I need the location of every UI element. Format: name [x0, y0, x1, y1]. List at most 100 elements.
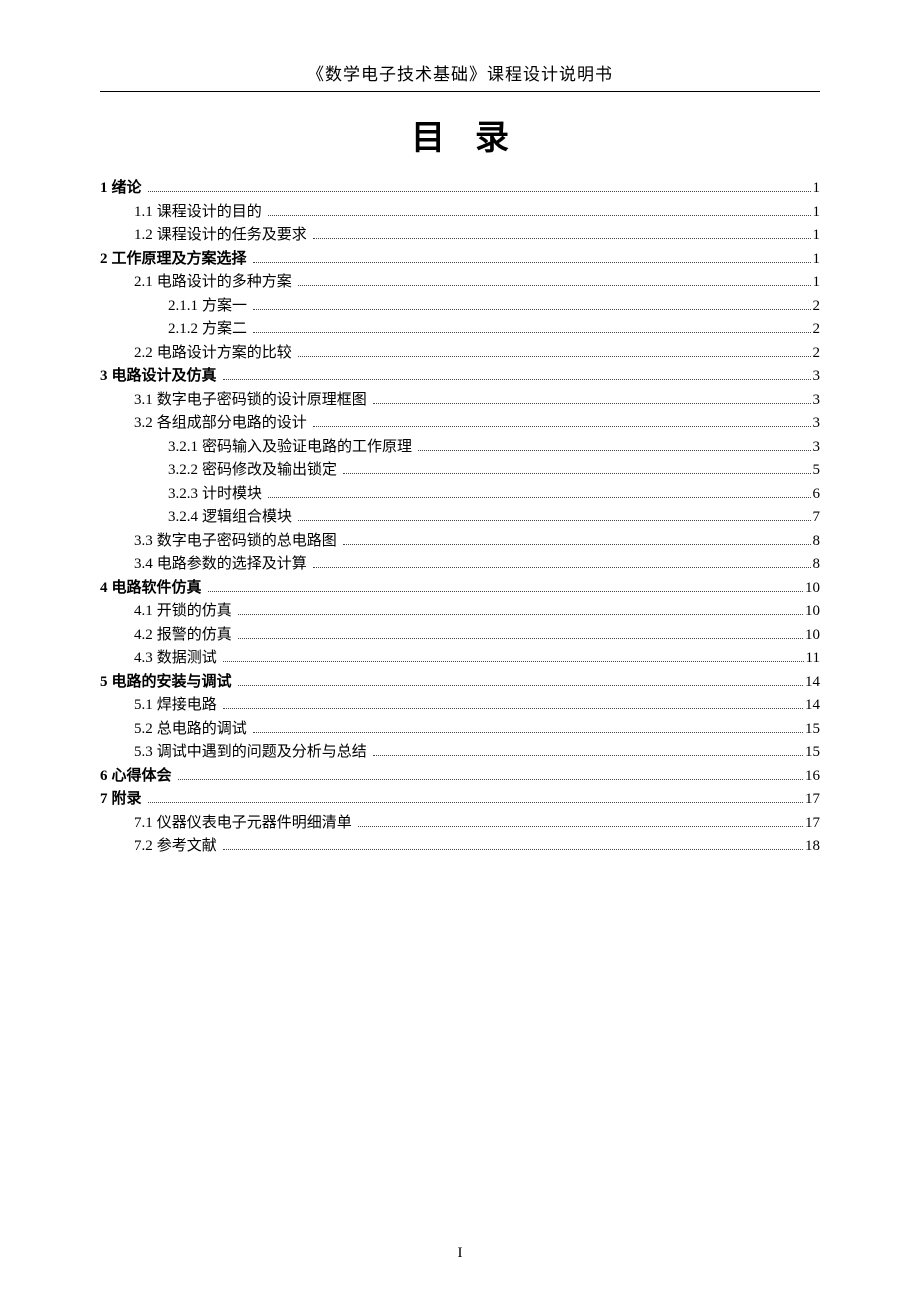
toc-entry-number: 6	[100, 765, 108, 789]
toc-entry-text: 数据测试	[157, 647, 217, 671]
toc-leader-dots	[313, 426, 811, 427]
toc-entry: 7.1仪器仪表电子元器件明细清单17	[100, 812, 820, 836]
toc-entry: 2.1.1方案一 2	[100, 295, 820, 319]
toc-entry: 4.1开锁的仿真 10	[100, 600, 820, 624]
toc-entry-number: 5.2	[134, 718, 153, 742]
toc-leader-dots	[238, 614, 803, 615]
toc-entry-page: 1	[813, 177, 821, 201]
toc-entry-text: 开锁的仿真	[157, 600, 232, 624]
toc-entry-number: 1	[100, 177, 108, 201]
toc-entry-text: 总电路的调试	[157, 718, 247, 742]
toc-leader-dots	[253, 732, 803, 733]
toc-entry-number: 3	[100, 365, 108, 389]
toc-entry: 3.4电路参数的选择及计算8	[100, 553, 820, 577]
page-header-title: 《数学电子技术基础》课程设计说明书	[100, 60, 820, 85]
toc-leader-dots	[343, 473, 810, 474]
toc-entry-text: 电路设计的多种方案	[157, 271, 292, 295]
toc-entry-page: 2	[813, 295, 821, 319]
toc-entry-text: 心得体会	[112, 765, 172, 789]
toc-entry-number: 1.2	[134, 224, 153, 248]
toc-entry-page: 10	[805, 577, 820, 601]
toc-entry: 1.1课程设计的目的1	[100, 201, 820, 225]
toc-entry-number: 7.1	[134, 812, 153, 836]
toc-entry-number: 3.4	[134, 553, 153, 577]
footer-page-number: I	[0, 1245, 920, 1262]
toc-entry-text: 工作原理及方案选择	[112, 248, 247, 272]
toc-entry-text: 各组成部分电路的设计	[157, 412, 307, 436]
toc-entry-number: 3.2	[134, 412, 153, 436]
toc-entry-page: 3	[813, 412, 821, 436]
toc-leader-dots	[313, 567, 811, 568]
toc-entry-number: 4	[100, 577, 108, 601]
toc-entry: 3.2各组成部分电路的设计 3	[100, 412, 820, 436]
toc-entry-number: 3.2.1	[168, 436, 198, 460]
toc-entry: 7.2参考文献18	[100, 835, 820, 859]
toc-entry-text: 焊接电路	[157, 694, 217, 718]
toc-entry-page: 2	[813, 318, 821, 342]
toc-leader-dots	[373, 403, 811, 404]
toc-entry-number: 3.3	[134, 530, 153, 554]
toc-leader-dots	[313, 238, 811, 239]
toc-entry-number: 3.2.2	[168, 459, 198, 483]
toc-entry-page: 3	[813, 436, 821, 460]
toc-entry-text: 参考文献	[157, 835, 217, 859]
toc-entry: 2.1.2方案二2	[100, 318, 820, 342]
toc-entry-text: 方案一	[202, 295, 247, 319]
toc-entry: 5电路的安装与调试14	[100, 671, 820, 695]
toc-entry-page: 14	[805, 671, 820, 695]
toc-entry-page: 10	[805, 624, 820, 648]
toc-entry: 4.3数据测试 11	[100, 647, 820, 671]
toc-entry-text: 数字电子密码锁的设计原理框图	[157, 389, 367, 413]
toc-entry-text: 密码输入及验证电路的工作原理	[202, 436, 412, 460]
toc-entry-number: 2.1.1	[168, 295, 198, 319]
toc-entry-text: 报警的仿真	[157, 624, 232, 648]
toc-entry-page: 1	[813, 248, 821, 272]
toc-leader-dots	[268, 215, 811, 216]
toc-entry-text: 方案二	[202, 318, 247, 342]
toc-entry-number: 2	[100, 248, 108, 272]
toc-entry-page: 17	[805, 788, 820, 812]
toc-entry: 3.2.1密码输入及验证电路的工作原理 3	[100, 436, 820, 460]
toc-entry-text: 电路参数的选择及计算	[157, 553, 307, 577]
toc-entry-page: 8	[813, 530, 821, 554]
toc-entry: 3电路设计及仿真3	[100, 365, 820, 389]
toc-entry-page: 18	[805, 835, 820, 859]
toc-entry-text: 课程设计的目的	[157, 201, 262, 225]
toc-entry-text: 电路的安装与调试	[112, 671, 232, 695]
toc-entry: 3.2.4逻辑组合模块7	[100, 506, 820, 530]
toc-entry: 3.1数字电子密码锁的设计原理框图3	[100, 389, 820, 413]
toc-entry-page: 3	[813, 365, 821, 389]
toc-entry: 2.2电路设计方案的比较2	[100, 342, 820, 366]
toc-entry-number: 5.1	[134, 694, 153, 718]
toc-leader-dots	[223, 708, 803, 709]
toc-entry-text: 密码修改及输出锁定	[202, 459, 337, 483]
toc-entry-page: 11	[806, 647, 820, 671]
toc-entry-text: 数字电子密码锁的总电路图	[157, 530, 337, 554]
toc-entry-page: 16	[805, 765, 820, 789]
toc-entry: 5.3调试中遇到的问题及分析与总结15	[100, 741, 820, 765]
toc-leader-dots	[298, 520, 810, 521]
toc-entry-number: 4.1	[134, 600, 153, 624]
toc-entry-page: 2	[813, 342, 821, 366]
toc-entry: 5.2总电路的调试 15	[100, 718, 820, 742]
toc-entry: 6心得体会 16	[100, 765, 820, 789]
toc-entry-page: 15	[805, 718, 820, 742]
toc-leader-dots	[418, 450, 810, 451]
toc-entry-text: 电路软件仿真	[112, 577, 202, 601]
toc-leader-dots	[268, 497, 810, 498]
toc-leader-dots	[253, 262, 811, 263]
toc-entry-text: 绪论	[112, 177, 142, 201]
toc-entry-number: 4.3	[134, 647, 153, 671]
toc-entry-page: 1	[813, 201, 821, 225]
toc-leader-dots	[238, 638, 803, 639]
toc-entry-number: 2.2	[134, 342, 153, 366]
toc-leader-dots	[148, 802, 803, 803]
toc-entry: 4.2报警的仿真10	[100, 624, 820, 648]
header-rule	[100, 91, 820, 92]
toc-entry-page: 10	[805, 600, 820, 624]
toc-entry: 2.1电路设计的多种方案1	[100, 271, 820, 295]
toc-leader-dots	[298, 356, 811, 357]
toc-entry-number: 3.2.4	[168, 506, 198, 530]
toc-leader-dots	[223, 379, 811, 380]
toc-entry: 7附录17	[100, 788, 820, 812]
